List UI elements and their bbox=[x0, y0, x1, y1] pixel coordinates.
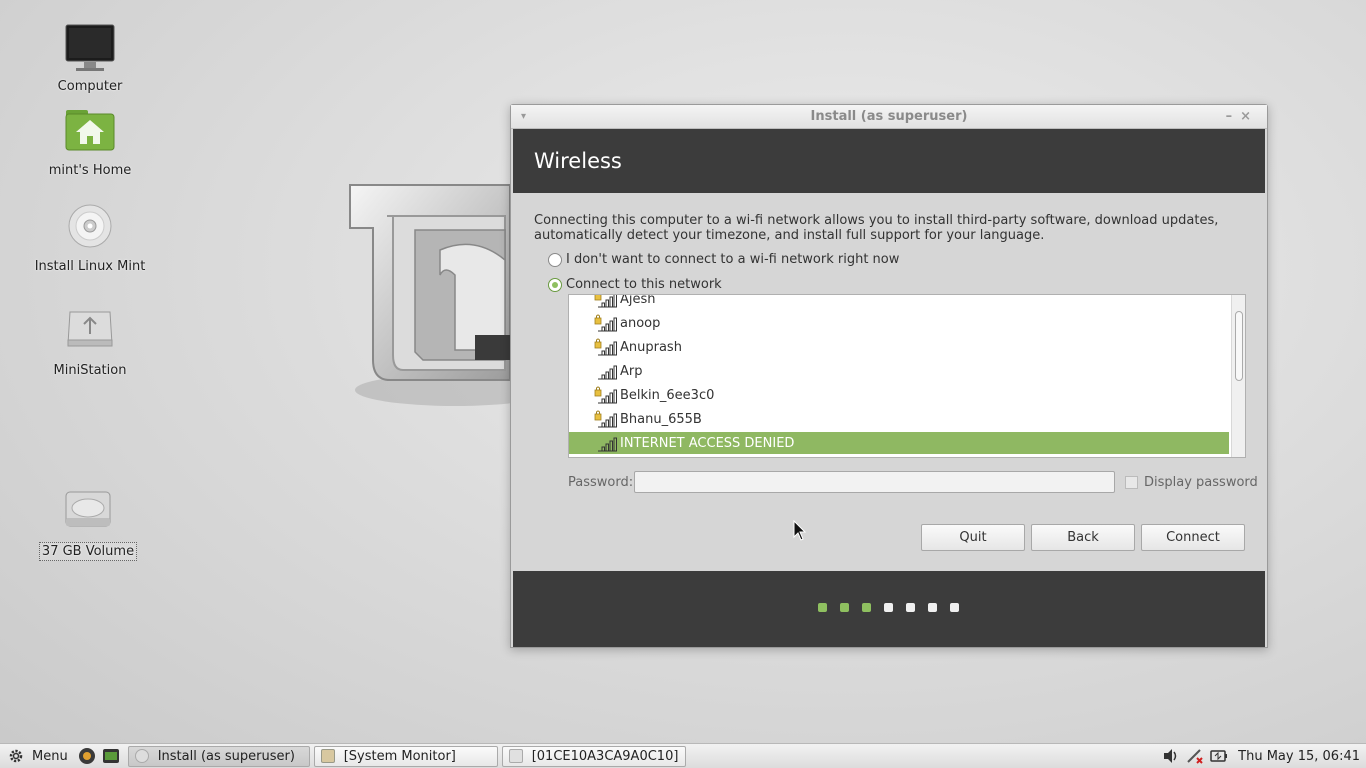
task-volume[interactable]: [01CE10A3CA9A0C10] bbox=[501, 745, 686, 767]
network-row[interactable]: INTERNET ACCESS DENIED bbox=[569, 432, 1229, 454]
window-menu-icon[interactable]: ▾ bbox=[521, 105, 526, 129]
desktop-icon-label: mint's Home bbox=[48, 163, 132, 178]
task-label: [System Monitor] bbox=[343, 748, 456, 764]
menu-button[interactable]: Menu bbox=[8, 748, 68, 764]
task-label: [01CE10A3CA9A0C10] bbox=[531, 748, 679, 764]
network-list-scrollbar[interactable] bbox=[1231, 295, 1245, 457]
network-row[interactable]: Bhanu_655B bbox=[569, 408, 1229, 430]
close-icon[interactable]: × bbox=[1240, 109, 1259, 124]
network-list[interactable]: Ajesh anoop Anuprash Arp Belkin_6ee3c0 Bhanu_… bbox=[568, 294, 1246, 458]
progress-dot bbox=[862, 603, 871, 612]
page-header: Wireless bbox=[513, 129, 1265, 193]
wifi-locked-icon bbox=[594, 314, 617, 332]
wifi-locked-icon bbox=[594, 338, 617, 356]
password-label: Password: bbox=[568, 475, 634, 490]
taskbar: Menu Install (as superuser) [System Moni… bbox=[0, 743, 1366, 768]
progress-dot bbox=[906, 603, 915, 612]
system-monitor-icon bbox=[320, 749, 335, 763]
password-input[interactable] bbox=[634, 471, 1115, 493]
wifi-signal-icon bbox=[598, 365, 617, 380]
wifi-signal-icon bbox=[598, 437, 617, 452]
wifi-locked-icon bbox=[594, 410, 617, 428]
network-name: INTERNET ACCESS DENIED bbox=[620, 435, 795, 451]
page-title: Wireless bbox=[534, 149, 622, 173]
usb-drive-icon bbox=[62, 308, 118, 360]
clock[interactable]: Thu May 15, 06:41 bbox=[1238, 749, 1360, 764]
network-disconnected-icon[interactable] bbox=[1186, 748, 1204, 764]
desktop-icon-home[interactable]: mint's Home bbox=[30, 108, 150, 179]
progress-dot bbox=[840, 603, 849, 612]
wifi-locked-icon bbox=[594, 295, 617, 308]
hard-disk-icon bbox=[508, 749, 523, 763]
hard-disk-icon bbox=[60, 488, 116, 540]
network-row[interactable]: Ajesh bbox=[569, 294, 1229, 310]
network-name: Anuprash bbox=[620, 339, 682, 355]
display-password-label: Display password bbox=[1144, 475, 1258, 490]
option-no-connect-label: I don't want to connect to a wi-fi netwo… bbox=[566, 252, 900, 267]
monitor-icon bbox=[62, 24, 118, 76]
window-title: Install (as superuser) bbox=[810, 109, 968, 124]
task-system-monitor[interactable]: [System Monitor] bbox=[313, 745, 498, 767]
volume-icon[interactable] bbox=[1162, 748, 1180, 764]
progress-dot bbox=[928, 603, 937, 612]
gear-icon bbox=[9, 749, 23, 763]
desktop-icon-ministation[interactable]: MiniStation bbox=[30, 308, 150, 379]
cd-icon bbox=[134, 749, 149, 763]
radio-no-connect[interactable] bbox=[548, 252, 562, 267]
option-connect-label: Connect to this network bbox=[566, 277, 722, 292]
option-connect[interactable]: Connect to this network bbox=[548, 277, 722, 292]
desktop-icon-label: MiniStation bbox=[53, 363, 127, 378]
task-installer[interactable]: Install (as superuser) bbox=[127, 745, 310, 767]
radio-connect[interactable] bbox=[548, 277, 562, 292]
quit-button[interactable]: Quit bbox=[921, 524, 1025, 551]
network-name: Belkin_6ee3c0 bbox=[620, 387, 715, 403]
desktop-icon-install[interactable]: Install Linux Mint bbox=[30, 204, 150, 275]
desktop-icon-volume[interactable]: 37 GB Volume bbox=[28, 488, 148, 561]
network-name: Ajesh bbox=[620, 294, 656, 307]
system-tray: Thu May 15, 06:41 bbox=[1156, 744, 1360, 768]
desktop-icon-label: Computer bbox=[57, 79, 123, 94]
connect-button[interactable]: Connect bbox=[1141, 524, 1245, 551]
desktop-icon-computer[interactable]: Computer bbox=[30, 24, 150, 95]
terminal-launcher-icon[interactable] bbox=[102, 747, 120, 765]
window-titlebar[interactable]: ▾ Install (as superuser) –× bbox=[511, 105, 1267, 129]
home-folder-icon bbox=[62, 108, 118, 160]
wireless-content: Connecting this computer to a wi-fi netw… bbox=[513, 193, 1265, 571]
back-button[interactable]: Back bbox=[1031, 524, 1135, 551]
progress-dot bbox=[950, 603, 959, 612]
progress-dot bbox=[818, 603, 827, 612]
installer-window: ▾ Install (as superuser) –× Wireless Con… bbox=[510, 104, 1268, 648]
scrollbar-thumb[interactable] bbox=[1235, 311, 1243, 381]
network-name: Arp bbox=[620, 363, 643, 379]
menu-label: Menu bbox=[32, 748, 68, 764]
desktop-icon-label: 37 GB Volume bbox=[38, 542, 138, 561]
progress-dot bbox=[884, 603, 893, 612]
network-row[interactable]: Arp bbox=[569, 360, 1229, 382]
battery-icon[interactable] bbox=[1210, 748, 1228, 764]
progress-footer bbox=[513, 571, 1265, 647]
network-row[interactable]: anoop bbox=[569, 312, 1229, 334]
network-name: anoop bbox=[620, 315, 661, 331]
network-row[interactable]: Anuprash bbox=[569, 336, 1229, 358]
mouse-cursor-icon bbox=[793, 520, 807, 541]
network-row[interactable]: Belkin_6ee3c0 bbox=[569, 384, 1229, 406]
option-no-connect[interactable]: I don't want to connect to a wi-fi netwo… bbox=[548, 252, 899, 267]
wifi-locked-icon bbox=[594, 386, 617, 404]
task-label: Install (as superuser) bbox=[157, 748, 295, 764]
minimize-icon[interactable]: – bbox=[1226, 109, 1241, 124]
progress-dots bbox=[818, 603, 972, 612]
desktop-icon-label: Install Linux Mint bbox=[34, 259, 146, 274]
cd-icon bbox=[62, 204, 118, 256]
wireless-description: Connecting this computer to a wi-fi netw… bbox=[534, 213, 1219, 243]
network-name: Bhanu_655B bbox=[620, 411, 702, 427]
browser-launcher-icon[interactable] bbox=[78, 747, 96, 765]
display-password-toggle[interactable]: Display password bbox=[1125, 475, 1258, 490]
display-password-checkbox[interactable] bbox=[1125, 476, 1138, 489]
